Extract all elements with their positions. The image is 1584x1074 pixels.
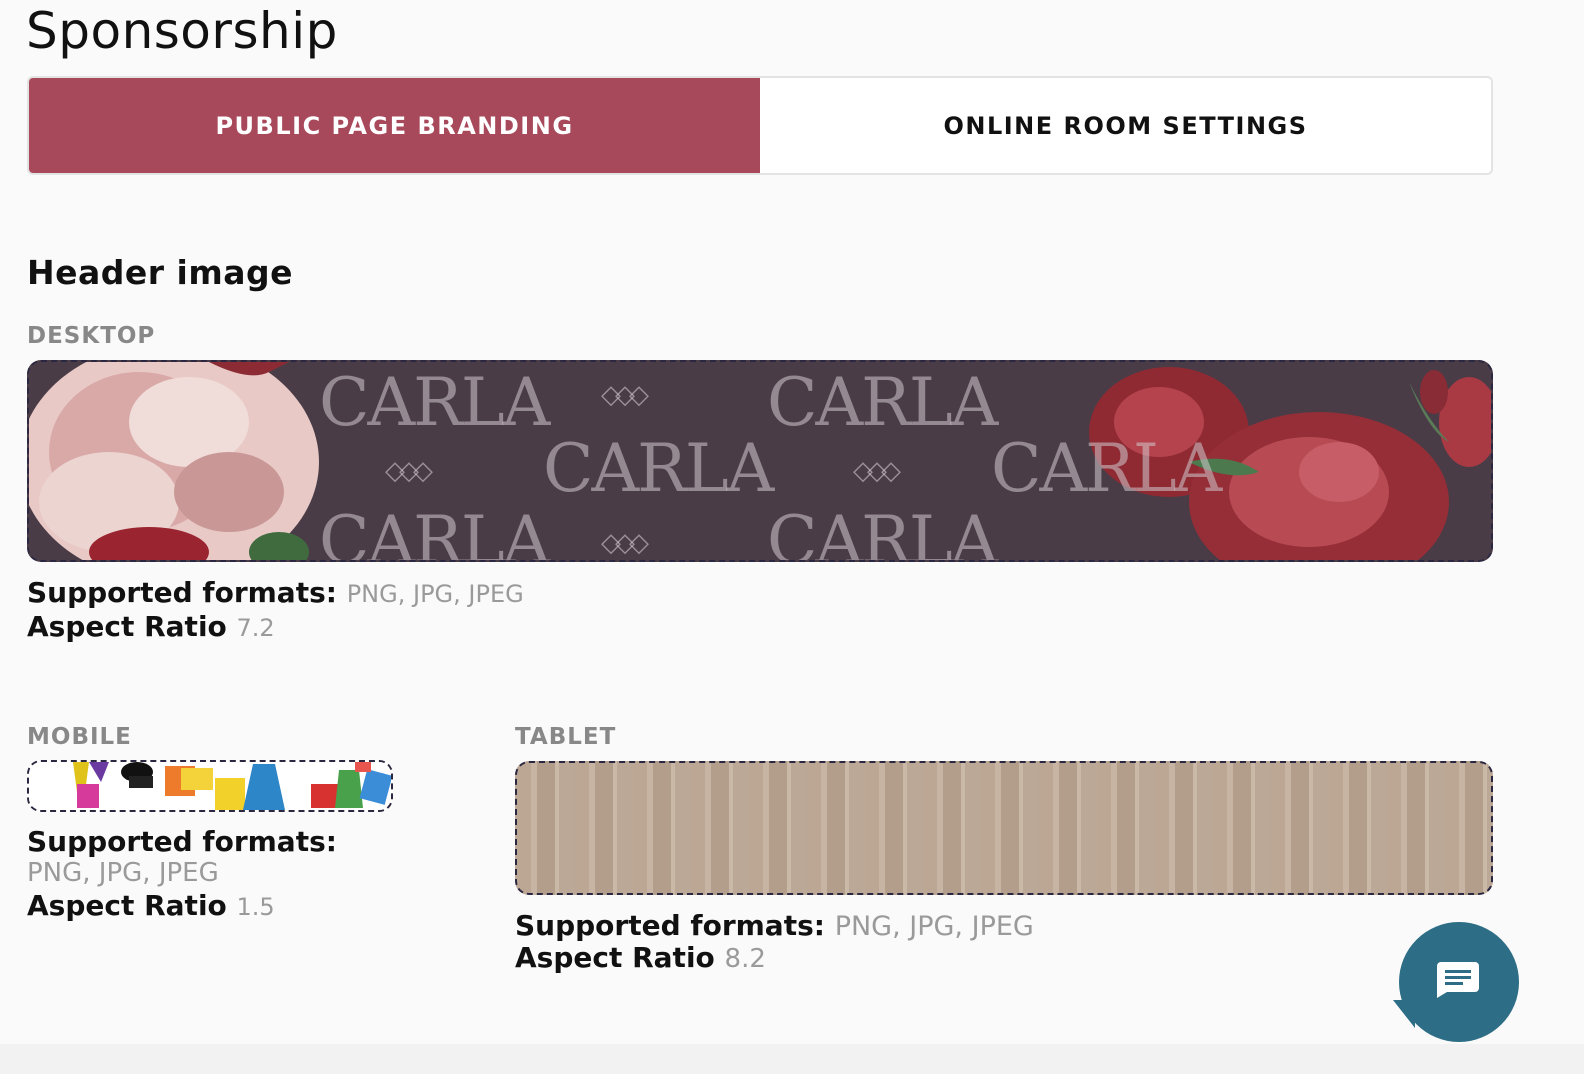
watermark-text: CARLA bbox=[767, 364, 998, 441]
tablet-label: TABLET bbox=[515, 724, 617, 750]
desktop-aspect-line: Aspect Ratio 7.2 bbox=[27, 610, 275, 643]
aspect-value: 7.2 bbox=[236, 614, 275, 642]
bottom-strip bbox=[0, 1044, 1584, 1074]
watermark-text: CARLA bbox=[767, 502, 998, 562]
formats-label: Supported formats: bbox=[27, 576, 337, 609]
mobile-image-dropzone[interactable] bbox=[27, 760, 393, 812]
aspect-label: Aspect Ratio bbox=[27, 889, 227, 922]
page-title: Sponsorship bbox=[26, 2, 338, 60]
tab-bar: PUBLIC PAGE BRANDING ONLINE ROOM SETTING… bbox=[27, 76, 1493, 175]
tablet-aspect-line: Aspect Ratio 8.2 bbox=[515, 941, 766, 974]
tablet-formats-line: Supported formats: PNG, JPG, JPEG bbox=[515, 909, 1034, 942]
tab-public-page-branding[interactable]: PUBLIC PAGE BRANDING bbox=[29, 78, 760, 173]
desktop-image-dropzone[interactable]: CARLA CARLA CARLA CARLA CARLA CARLA ◇◇◇ … bbox=[27, 360, 1493, 562]
desktop-formats-line: Supported formats: PNG, JPG, JPEG bbox=[27, 576, 524, 609]
formats-label: Supported formats: bbox=[27, 825, 337, 858]
tablet-header-image bbox=[517, 763, 1491, 893]
diamond-ornament-icon: ◇◇◇ bbox=[385, 456, 433, 486]
section-heading-header-image: Header image bbox=[27, 253, 294, 292]
diamond-ornament-icon: ◇◇◇ bbox=[601, 528, 649, 558]
formats-value: PNG, JPG, JPEG bbox=[346, 580, 524, 608]
watermark-text: CARLA bbox=[319, 364, 550, 441]
watermark-text: CARLA bbox=[319, 502, 550, 562]
chat-button[interactable] bbox=[1399, 922, 1519, 1042]
mobile-formats-label-line: Supported formats: bbox=[27, 825, 337, 858]
watermark-text: CARLA bbox=[991, 430, 1222, 507]
formats-label: Supported formats: bbox=[515, 909, 825, 942]
mobile-formats-value: PNG, JPG, JPEG bbox=[27, 858, 219, 888]
diamond-ornament-icon: ◇◇◇ bbox=[853, 456, 901, 486]
diamond-ornament-icon: ◇◇◇ bbox=[601, 380, 649, 410]
aspect-value: 1.5 bbox=[236, 893, 275, 921]
watermark-text: CARLA bbox=[543, 430, 774, 507]
mobile-label: MOBILE bbox=[27, 724, 132, 750]
aspect-label: Aspect Ratio bbox=[515, 941, 715, 974]
mobile-aspect-line: Aspect Ratio 1.5 bbox=[27, 889, 275, 922]
mobile-header-image bbox=[29, 762, 391, 810]
tablet-image-dropzone[interactable] bbox=[515, 761, 1493, 895]
chat-bubble-icon bbox=[1437, 962, 1479, 998]
aspect-label: Aspect Ratio bbox=[27, 610, 227, 643]
aspect-value: 8.2 bbox=[724, 944, 766, 974]
desktop-label: DESKTOP bbox=[27, 323, 156, 349]
formats-value: PNG, JPG, JPEG bbox=[834, 911, 1034, 942]
tab-online-room-settings[interactable]: ONLINE ROOM SETTINGS bbox=[760, 78, 1491, 173]
